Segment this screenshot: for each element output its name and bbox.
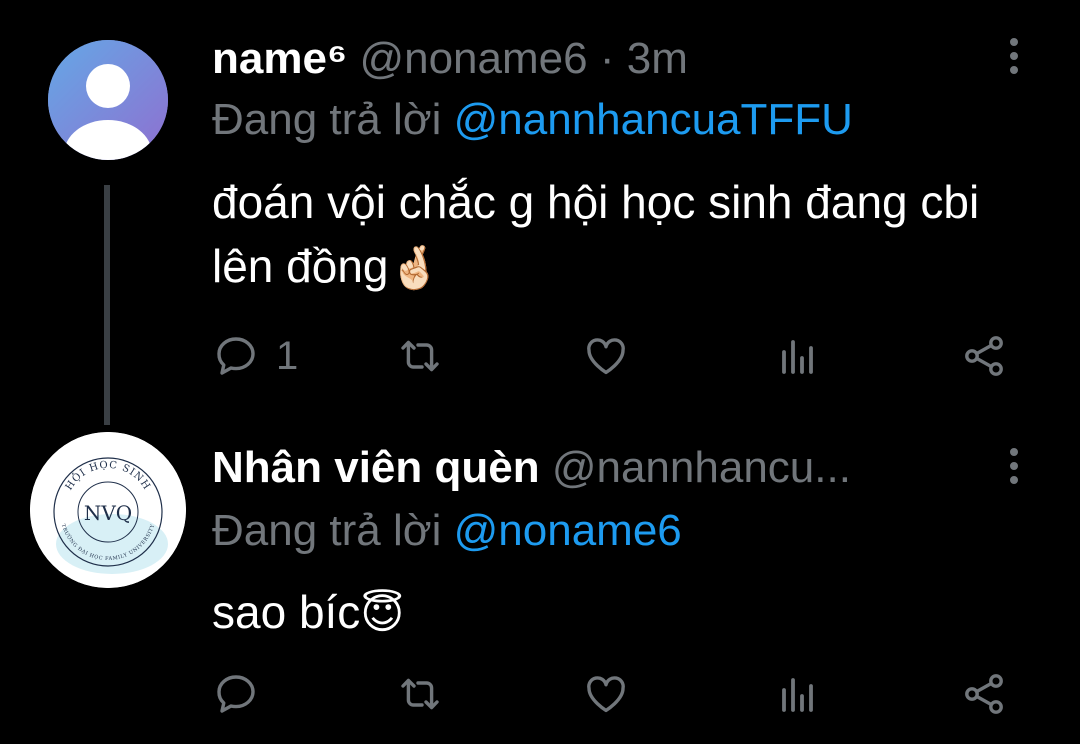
reply-icon <box>217 675 255 713</box>
tweet-text: đoán vội chắc g hội học sinh đang cbi lê… <box>212 170 1052 300</box>
replying-to: Đang trả lời @noname6 <box>212 505 682 557</box>
user-handle[interactable]: @noname6 <box>359 34 587 83</box>
replying-to-label: Đang trả lời <box>212 506 442 555</box>
like-icon <box>587 676 625 713</box>
timestamp[interactable]: 3m <box>627 34 688 83</box>
student-council-logo: HỘI HỌC SINH TRƯỜNG ĐẠI HỌC FAMILY UNIVE… <box>30 432 186 588</box>
retweet-button[interactable] <box>396 326 444 386</box>
more-icon[interactable] <box>1000 444 1028 488</box>
smiling-face-with-halo-emoji: 😇 <box>360 590 405 637</box>
retweet-icon <box>401 678 439 710</box>
avatar[interactable] <box>48 40 168 160</box>
reply-icon <box>217 337 255 375</box>
replying-to: Đang trả lời @nannhancuaTFFU <box>212 94 853 146</box>
tweet-text-content: đoán vội chắc g hội học sinh đang cbi lê… <box>212 176 980 292</box>
views-icon <box>782 340 813 374</box>
reply-button[interactable] <box>212 664 260 724</box>
like-icon <box>587 338 625 375</box>
share-button[interactable] <box>960 326 1008 386</box>
display-name[interactable]: Nhân viên quèn <box>212 443 540 492</box>
display-name[interactable]: name⁶ <box>212 34 347 83</box>
views-icon <box>782 678 813 712</box>
replying-to-handle[interactable]: @nannhancuaTFFU <box>454 95 853 144</box>
retweet-icon <box>401 340 439 372</box>
crossed-fingers-emoji: 🤞🏻 <box>388 244 441 291</box>
views-button[interactable] <box>774 664 822 724</box>
tweet-text-content: sao bíc <box>212 586 361 638</box>
share-icon <box>965 674 1003 714</box>
like-button[interactable] <box>582 664 630 724</box>
reply-button[interactable]: 1 <box>212 326 298 386</box>
like-button[interactable] <box>582 326 630 386</box>
separator-dot: · <box>599 34 615 83</box>
tweet[interactable]: HỘI HỌC SINH TRƯỜNG ĐẠI HỌC FAMILY UNIVE… <box>0 420 1080 744</box>
tweet-header: Nhân viên quèn @nannhancu... <box>212 442 990 494</box>
default-user-avatar-icon <box>48 40 168 160</box>
replying-to-handle[interactable]: @noname6 <box>454 506 682 555</box>
reply-count: 1 <box>276 333 299 378</box>
share-icon <box>965 336 1003 376</box>
user-handle[interactable]: @nannhancu... <box>552 443 851 492</box>
logo-monogram: NVQ <box>84 501 132 525</box>
tweet[interactable]: name⁶ @noname6 · 3m Đang trả lời @nannha… <box>0 0 1080 420</box>
replying-to-label: Đang trả lời <box>212 95 442 144</box>
share-button[interactable] <box>960 664 1008 724</box>
views-button[interactable] <box>774 326 822 386</box>
retweet-button[interactable] <box>396 664 444 724</box>
more-icon[interactable] <box>1000 34 1028 78</box>
action-bar <box>212 664 1032 724</box>
tweet-text: sao bíc😇 <box>212 580 1052 646</box>
reply-thread: name⁶ @noname6 · 3m Đang trả lời @nannha… <box>0 0 1080 744</box>
action-bar: 1 <box>212 326 1032 386</box>
tweet-header: name⁶ @noname6 · 3m <box>212 33 990 85</box>
avatar[interactable]: HỘI HỌC SINH TRƯỜNG ĐẠI HỌC FAMILY UNIVE… <box>30 432 186 588</box>
